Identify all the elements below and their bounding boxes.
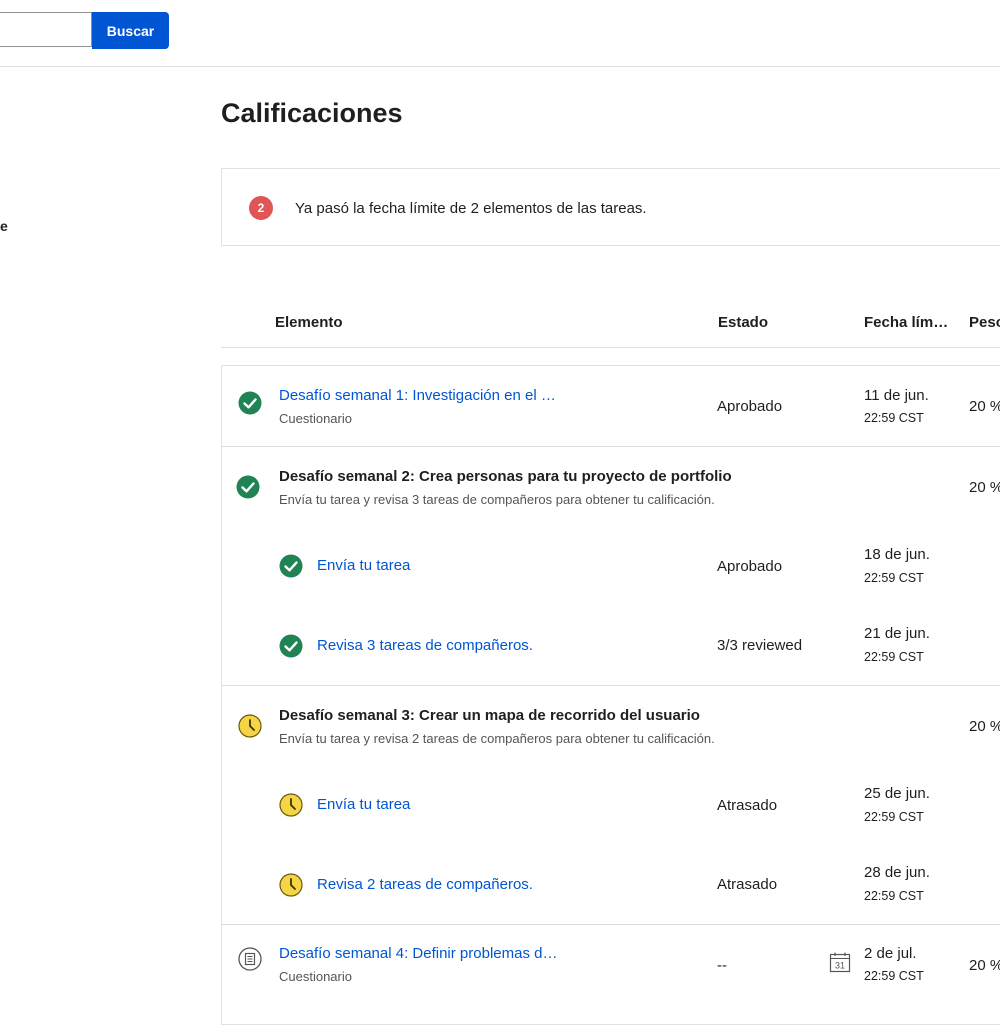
item-link-challenge-4[interactable]: Desafío semanal 4: Definir problemas d… [279, 945, 557, 962]
item-description: Envía tu tarea y revisa 2 tareas de comp… [279, 731, 715, 746]
due-time: 22:59 CST [864, 810, 924, 824]
due-time: 22:59 CST [864, 650, 924, 664]
item-type: Cuestionario [279, 969, 352, 984]
subitem-status: 3/3 reviewed [717, 637, 803, 654]
item-title-challenge-3: Desafío semanal 3: Crear un mapa de reco… [279, 707, 700, 724]
check-icon [236, 475, 260, 499]
grades-table: Desafío semanal 1: Investigación en el …… [221, 365, 1000, 1025]
item-type: Cuestionario [279, 411, 352, 426]
subitem-link-review[interactable]: Revisa 3 tareas de compañeros. [317, 637, 533, 654]
due-time: 22:59 CST [864, 969, 924, 983]
check-icon [279, 634, 303, 658]
item-weight: 20 % [969, 957, 1000, 974]
item-weight: 20 % [969, 718, 1000, 735]
item-link-challenge-1[interactable]: Desafío semanal 1: Investigación en el … [279, 387, 556, 404]
table-row-group: Desafío semanal 2: Crea personas para tu… [222, 447, 1000, 685]
due-date: 28 de jun. [864, 864, 930, 881]
search-input[interactable] [0, 12, 92, 47]
item-weight: 20 % [969, 398, 1000, 415]
item-description: Envía tu tarea y revisa 3 tareas de comp… [279, 492, 715, 507]
subitem-link-submit[interactable]: Envía tu tarea [317, 796, 410, 813]
due-time: 22:59 CST [864, 571, 924, 585]
page-title: Calificaciones [221, 98, 403, 128]
overdue-count-badge: 2 [249, 196, 273, 220]
check-icon [279, 554, 303, 578]
clock-icon [279, 873, 303, 897]
subitem-link-submit[interactable]: Envía tu tarea [317, 557, 410, 574]
quiz-icon [238, 947, 262, 971]
check-icon [238, 391, 262, 415]
item-title-challenge-2: Desafío semanal 2: Crea personas para tu… [279, 468, 732, 485]
due-date: 25 de jun. [864, 785, 930, 802]
column-header-due-date[interactable]: Fecha lím… [864, 314, 948, 331]
calendar-icon: 31 [829, 951, 851, 973]
subitem-link-review[interactable]: Revisa 2 tareas de compañeros. [317, 876, 533, 893]
top-bar: Buscar [0, 0, 1000, 67]
table-row: Desafío semanal 1: Investigación en el …… [222, 366, 1000, 446]
column-header-element: Elemento [275, 314, 343, 331]
search-button[interactable]: Buscar [92, 12, 169, 49]
column-header-status: Estado [718, 314, 769, 331]
due-date: 2 de jul. [864, 945, 917, 962]
subitem-status: Atrasado [717, 797, 778, 814]
due-date: 18 de jun. [864, 546, 930, 563]
overdue-message: Ya pasó la fecha límite de 2 elementos d… [295, 200, 647, 217]
subitem-status: Aprobado [717, 558, 783, 575]
table-row: Desafío semanal 4: Definir problemas d… … [222, 925, 1000, 1005]
table-row-group: Desafío semanal 3: Crear un mapa de reco… [222, 686, 1000, 924]
item-status: Aprobado [717, 398, 783, 415]
item-weight: 20 % [969, 479, 1000, 496]
clock-icon [279, 793, 303, 817]
item-status: -- [717, 957, 727, 974]
overdue-alert: 2 Ya pasó la fecha límite de 2 elementos… [221, 168, 1000, 246]
calendar-day: 31 [835, 961, 845, 971]
header-divider [221, 347, 1000, 348]
subitem-status: Atrasado [717, 876, 778, 893]
due-time: 22:59 CST [864, 411, 924, 425]
sidebar-partial-label[interactable]: e [0, 218, 8, 234]
due-date: 21 de jun. [864, 625, 930, 642]
column-header-weight: Peso [969, 314, 1000, 331]
due-date: 11 de jun. [864, 387, 929, 404]
due-time: 22:59 CST [864, 889, 924, 903]
clock-icon [238, 714, 262, 738]
